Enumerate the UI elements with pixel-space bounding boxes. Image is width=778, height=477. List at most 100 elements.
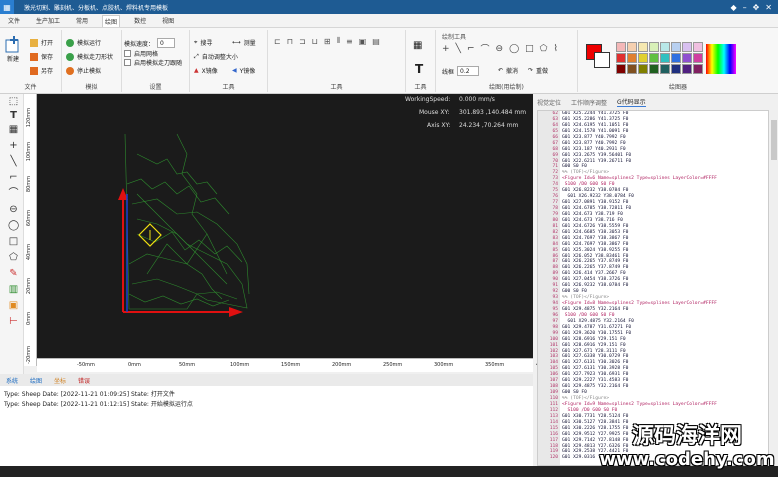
- help-icon[interactable]: ◆: [730, 3, 736, 12]
- palette-swatch[interactable]: [682, 53, 692, 63]
- sim-speed-input[interactable]: 0: [157, 38, 176, 48]
- ymirror-button[interactable]: ◀ Y镜像: [232, 66, 255, 75]
- polyline-icon[interactable]: ⌐: [467, 44, 475, 54]
- qrcode-button[interactable]: ▦: [413, 40, 422, 51]
- status-tab-2[interactable]: 坐标: [54, 376, 66, 385]
- palette-swatch[interactable]: [693, 42, 703, 52]
- fill-icon[interactable]: ▥: [8, 284, 19, 295]
- distribute-v-icon[interactable]: ≡: [346, 37, 353, 46]
- palette-swatch[interactable]: [649, 53, 659, 63]
- polyline-icon[interactable]: ⌐: [8, 172, 19, 183]
- status-tab-3[interactable]: 错误: [78, 376, 90, 385]
- measure-icon[interactable]: ⊢: [8, 316, 19, 327]
- menu-item-1[interactable]: 生产加工: [34, 15, 62, 26]
- palette-swatch[interactable]: [660, 42, 670, 52]
- palette-swatch[interactable]: [638, 64, 648, 74]
- palette-swatch[interactable]: [693, 64, 703, 74]
- palette-swatch[interactable]: [682, 64, 692, 74]
- eraser-icon[interactable]: ✎: [8, 268, 19, 279]
- grid-checkbox[interactable]: 启用网格: [124, 49, 158, 58]
- palette-swatch[interactable]: [682, 42, 692, 52]
- sim-run-button[interactable]: 模拟运行: [66, 38, 101, 47]
- rectangle-icon[interactable]: □: [8, 236, 19, 247]
- ungroup-icon[interactable]: ▤: [372, 37, 380, 46]
- align-left-icon[interactable]: ⊏: [274, 37, 281, 46]
- palette-swatch[interactable]: [649, 42, 659, 52]
- autosize-button[interactable]: ⤢ 自动调整大小: [194, 52, 238, 62]
- menu-item-0[interactable]: 文件: [6, 15, 22, 26]
- status-tab-1[interactable]: 绘图: [30, 376, 42, 385]
- palette-swatch[interactable]: [660, 53, 670, 63]
- polygon-icon[interactable]: ⬠: [8, 252, 19, 263]
- arc-icon[interactable]: ⌒: [8, 188, 19, 199]
- add-icon[interactable]: +: [442, 44, 450, 54]
- line-icon[interactable]: ╲: [456, 44, 461, 54]
- color-spectrum[interactable]: [706, 44, 736, 74]
- align-bottom-icon[interactable]: ⊔: [312, 37, 318, 46]
- polygon-icon[interactable]: ⬠: [540, 44, 548, 54]
- sim-stop-button[interactable]: 停止模拟: [66, 66, 101, 75]
- right-tab-0[interactable]: 视觉定位: [537, 98, 561, 107]
- new-button[interactable]: 新建: [4, 36, 22, 63]
- palette-swatch[interactable]: [671, 64, 681, 74]
- palette-swatch[interactable]: [671, 53, 681, 63]
- palette-swatch[interactable]: [660, 64, 670, 74]
- minimize-button[interactable]: –: [743, 3, 747, 12]
- palette-swatch[interactable]: [671, 42, 681, 52]
- rect-icon[interactable]: □: [525, 44, 534, 54]
- menu-item-3[interactable]: 绘图: [102, 14, 121, 27]
- align-right-icon[interactable]: ⊐: [299, 37, 306, 46]
- curve-icon[interactable]: ⌇: [554, 44, 558, 54]
- circle-icon[interactable]: ⊖: [496, 44, 504, 54]
- palette-swatch[interactable]: [616, 53, 626, 63]
- circle-icon[interactable]: ⊖: [8, 204, 19, 215]
- palette-swatch[interactable]: [693, 53, 703, 63]
- palette-swatch[interactable]: [627, 53, 637, 63]
- palette-swatch[interactable]: [649, 64, 659, 74]
- align-center-icon[interactable]: ⊞: [324, 37, 331, 46]
- menu-item-5[interactable]: 视图: [160, 15, 176, 26]
- group-icon[interactable]: ▣: [359, 37, 367, 46]
- undo-button[interactable]: ↶ 撤消: [498, 66, 518, 75]
- redo-button[interactable]: ↷ 重做: [528, 66, 548, 75]
- text-icon[interactable]: T: [8, 110, 19, 121]
- qrcode-icon[interactable]: ▦: [8, 124, 19, 135]
- drawing-canvas[interactable]: WorkingSpeed: 0.000 mm/s Mouse XY: 301.8…: [37, 94, 533, 358]
- save-button[interactable]: 保存: [30, 52, 53, 61]
- scroll-thumb[interactable]: [771, 120, 777, 160]
- menu-item-2[interactable]: 常用: [74, 15, 90, 26]
- add-point-icon[interactable]: +: [8, 140, 19, 151]
- palette-swatch[interactable]: [638, 42, 648, 52]
- palette-swatch[interactable]: [627, 42, 637, 52]
- ellipse-icon[interactable]: ◯: [8, 220, 19, 231]
- palette-swatch[interactable]: [616, 64, 626, 74]
- menu-item-4[interactable]: 数控: [132, 15, 148, 26]
- line-icon[interactable]: ╲: [8, 156, 19, 167]
- sim-show-button[interactable]: 模拟走刀形状: [66, 52, 113, 61]
- follow-checkbox[interactable]: 启用模拟走刀跟随: [124, 58, 182, 67]
- saveas-button[interactable]: 另存: [30, 66, 53, 75]
- gcode-scrollbar[interactable]: [770, 110, 778, 466]
- distribute-h-icon[interactable]: ⫴: [337, 36, 340, 46]
- ellipse-icon[interactable]: ◯: [509, 44, 519, 54]
- status-tab-0[interactable]: 系统: [6, 376, 18, 385]
- palette-swatch[interactable]: [616, 42, 626, 52]
- restore-button[interactable]: ✥: [753, 3, 760, 12]
- close-button[interactable]: ✕: [765, 3, 772, 12]
- palette-swatch[interactable]: [627, 64, 637, 74]
- align-top-icon[interactable]: ⊓: [287, 37, 293, 46]
- linewidth-input[interactable]: 0.2: [457, 66, 480, 76]
- gcode-panel[interactable]: 62 63 64 65 66 67 68 69 70 71 72 73 74 75 76 77 78 79 80 81…: [537, 110, 769, 466]
- measure-button[interactable]: ⟷ 测量: [232, 38, 256, 47]
- right-tab-2[interactable]: G代码显示: [617, 97, 646, 107]
- arc-icon[interactable]: ⌒: [481, 42, 490, 55]
- open-button[interactable]: 打开: [30, 38, 53, 47]
- xmirror-button[interactable]: ▲ X镜像: [194, 66, 218, 75]
- search-button[interactable]: ⌖ 搜寻: [194, 38, 212, 48]
- select-icon[interactable]: ⬚: [8, 96, 19, 107]
- text-tool-button[interactable]: T: [415, 62, 423, 76]
- lock-icon[interactable]: ▣: [8, 300, 19, 311]
- palette-swatch[interactable]: [638, 53, 648, 63]
- right-tab-1[interactable]: 工作顺序调整: [571, 98, 607, 107]
- stroke-color-swatch[interactable]: [594, 52, 610, 68]
